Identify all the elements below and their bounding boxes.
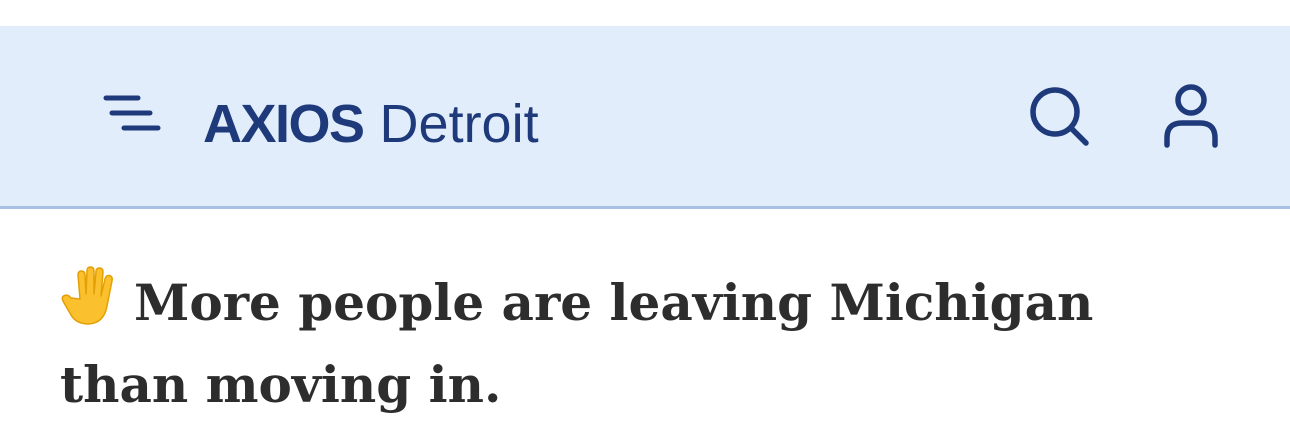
search-icon xyxy=(1030,87,1089,146)
logo-brand: AXIOS xyxy=(203,94,365,154)
axios-detroit-logo[interactable]: AXIOS Detroit xyxy=(203,96,539,152)
menu-icon xyxy=(103,95,161,131)
menu-button[interactable] xyxy=(98,88,168,148)
headline-text: More people are leaving Michigan than mo… xyxy=(60,273,1094,414)
raised-hand-icon xyxy=(61,266,113,325)
user-icon xyxy=(1164,84,1218,148)
logo-city: Detroit xyxy=(379,94,539,154)
article-headline[interactable]: More people are leaving Michigan than mo… xyxy=(60,262,1210,426)
site-header: AXIOS Detroit xyxy=(0,26,1290,209)
page: AXIOS Detroit More people are leaving Mi… xyxy=(0,0,1290,427)
account-button[interactable] xyxy=(1156,80,1226,154)
search-button[interactable] xyxy=(1024,82,1094,152)
